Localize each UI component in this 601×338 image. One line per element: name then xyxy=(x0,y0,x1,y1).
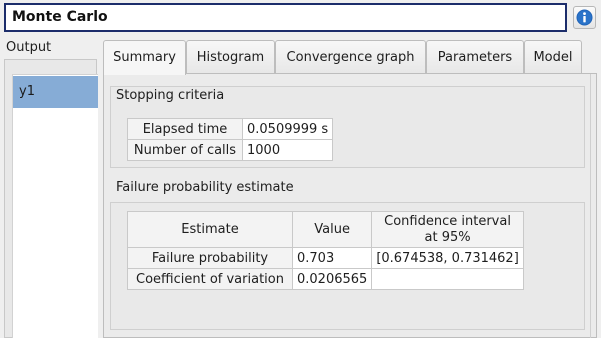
output-list[interactable]: y1 xyxy=(12,74,98,338)
stopping-criteria-table: Elapsed time 0.0509999 s Number of calls… xyxy=(127,118,334,161)
confidence-interval-header-line1: Confidence interval xyxy=(384,213,511,229)
failure-probability-label: Failure probability xyxy=(127,247,293,269)
estimate-header: Estimate xyxy=(127,211,293,248)
tab-summary[interactable]: Summary xyxy=(103,40,186,75)
failure-probability-table: Estimate Value Confidence interval at 95… xyxy=(127,211,524,290)
tab-model[interactable]: Model xyxy=(524,40,582,74)
failure-probability-value: 0.703 xyxy=(291,247,373,269)
summary-panel: Stopping criteria Elapsed time 0.0509999… xyxy=(103,73,597,338)
table-row: Number of calls 1000 xyxy=(127,139,334,161)
confidence-interval-header-line2: at 95% xyxy=(424,229,471,245)
tab-histogram[interactable]: Histogram xyxy=(186,40,275,74)
failure-probability-title: Failure probability estimate xyxy=(116,180,294,195)
table-header-row: Estimate Value Confidence interval at 95… xyxy=(127,211,524,248)
confidence-interval-header: Confidence interval at 95% xyxy=(371,211,524,248)
tab-convergence-graph[interactable]: Convergence graph xyxy=(275,40,426,74)
table-row: Failure probability 0.703 [0.674538, 0.7… xyxy=(127,247,524,269)
analysis-title-field[interactable]: Monte Carlo xyxy=(4,3,567,32)
panel-scrollbar-edge xyxy=(590,74,591,338)
output-item-y1[interactable]: y1 xyxy=(13,76,98,108)
failure-probability-ci: [0.674538, 0.731462] xyxy=(371,247,524,269)
elapsed-time-value: 0.0509999 s xyxy=(241,118,334,140)
coefficient-of-variation-ci xyxy=(371,268,524,290)
table-row: Coefficient of variation 0.0206565 xyxy=(127,268,524,290)
number-of-calls-value: 1000 xyxy=(241,139,334,161)
coefficient-of-variation-value: 0.0206565 xyxy=(291,268,373,290)
table-row: Elapsed time 0.0509999 s xyxy=(127,118,334,140)
info-icon xyxy=(576,9,593,26)
stopping-criteria-title: Stopping criteria xyxy=(116,88,225,103)
tab-parameters[interactable]: Parameters xyxy=(426,40,524,74)
info-button[interactable] xyxy=(573,6,596,29)
value-header: Value xyxy=(291,211,373,248)
elapsed-time-label: Elapsed time xyxy=(127,118,243,140)
output-label: Output xyxy=(6,40,52,55)
number-of-calls-label: Number of calls xyxy=(127,139,243,161)
coefficient-of-variation-label: Coefficient of variation xyxy=(127,268,293,290)
